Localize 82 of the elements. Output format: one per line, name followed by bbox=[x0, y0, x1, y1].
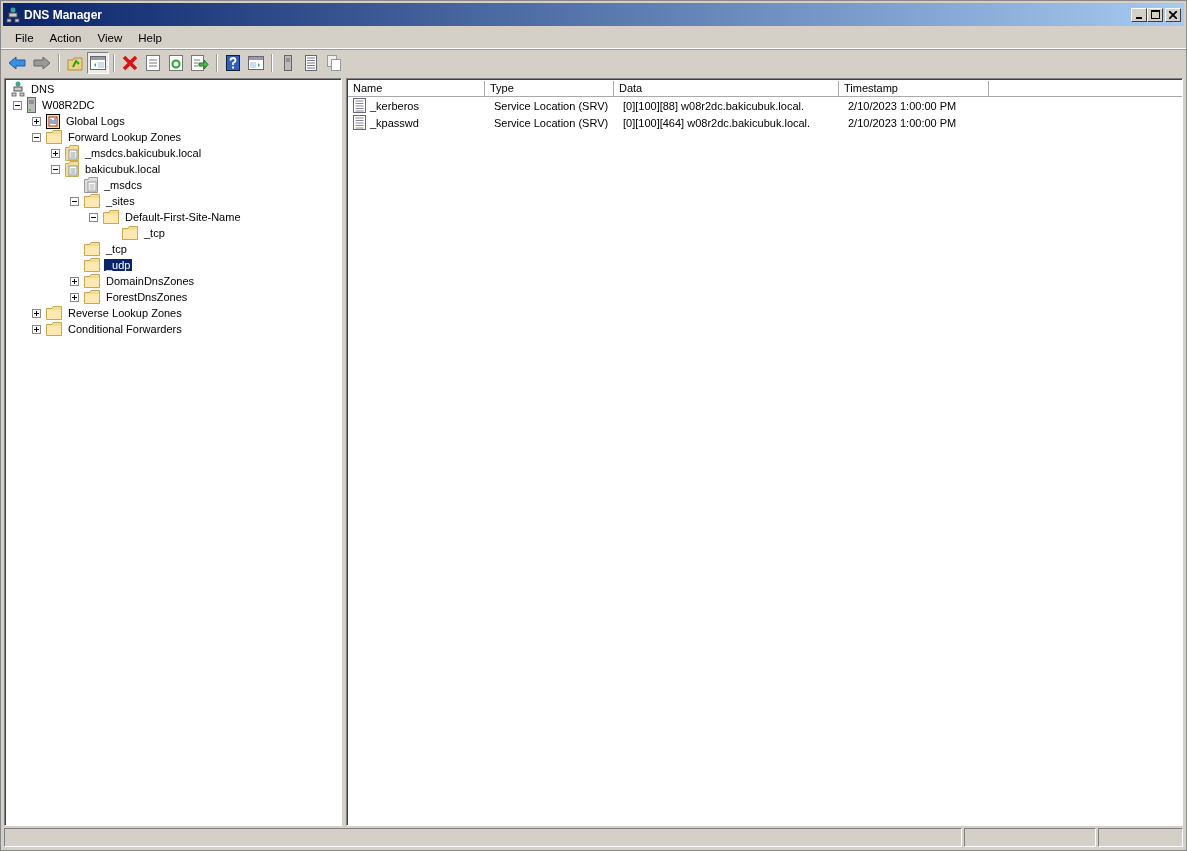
record-name[interactable]: _kpasswd bbox=[370, 116, 419, 129]
zone-icon bbox=[65, 161, 79, 177]
forward-arrow-icon bbox=[33, 56, 51, 70]
close-icon bbox=[1169, 10, 1177, 19]
tree-item[interactable]: _udp bbox=[104, 259, 133, 271]
window-title: DNS Manager bbox=[24, 7, 103, 22]
refresh-icon bbox=[169, 55, 183, 71]
tree-item[interactable]: DNS bbox=[29, 83, 57, 95]
minimize-icon bbox=[1136, 16, 1142, 19]
menu-item[interactable]: Help bbox=[130, 32, 170, 44]
folder-icon bbox=[84, 242, 100, 256]
menu-item[interactable]: File bbox=[7, 32, 42, 44]
folder-icon bbox=[84, 194, 100, 208]
table-cell-text: [0][100][88] w08r2dc.bakicubuk.local. bbox=[622, 99, 805, 112]
tree-item[interactable]: Global Logs bbox=[64, 115, 127, 127]
expand-toggle[interactable] bbox=[32, 324, 41, 334]
tree-item[interactable]: _tcp bbox=[142, 227, 167, 239]
export-list-icon bbox=[191, 55, 209, 71]
event-log-icon bbox=[46, 113, 60, 129]
folder-icon bbox=[46, 130, 62, 144]
tree-item[interactable]: Conditional Forwarders bbox=[66, 323, 184, 335]
console-tree-icon bbox=[90, 56, 106, 70]
tree-item[interactable]: _tcp bbox=[104, 243, 129, 255]
folder-icon bbox=[84, 290, 100, 304]
collapse-toggle[interactable] bbox=[51, 164, 60, 174]
properties-icon bbox=[146, 55, 160, 71]
folder-icon bbox=[103, 210, 119, 224]
table-cell-text: [0][100][464] w08r2dc.bakicubuk.local. bbox=[622, 116, 812, 129]
tree-item[interactable]: _msdcs bbox=[102, 179, 144, 191]
maximize-button[interactable] bbox=[1147, 7, 1163, 22]
record-icon bbox=[353, 115, 366, 130]
zone-icon bbox=[65, 145, 79, 161]
menu-item[interactable]: View bbox=[89, 32, 131, 44]
expand-toggle[interactable] bbox=[70, 292, 79, 302]
help-icon bbox=[226, 55, 240, 71]
record-icon bbox=[353, 98, 366, 113]
tree-item[interactable]: Default-First-Site-Name bbox=[123, 211, 243, 223]
record-name[interactable]: _kerberos bbox=[370, 99, 419, 112]
table-cell-text: 2/10/2023 1:00:00 PM bbox=[847, 99, 958, 112]
list-icon bbox=[305, 55, 317, 71]
expand-toggle[interactable] bbox=[32, 308, 41, 318]
folder-up-icon bbox=[67, 55, 83, 71]
folder-icon bbox=[46, 306, 62, 320]
tree-item[interactable]: ForestDnsZones bbox=[104, 291, 190, 303]
table-cell-text: Service Location (SRV) bbox=[493, 99, 610, 112]
expand-toggle[interactable] bbox=[32, 116, 41, 126]
copy-icon bbox=[327, 55, 341, 71]
column-header[interactable]: Data bbox=[614, 81, 839, 97]
folder-icon bbox=[122, 226, 138, 240]
tree-item[interactable]: _msdcs.bakicubuk.local bbox=[83, 147, 204, 159]
network-server-icon bbox=[11, 81, 25, 97]
menu-item[interactable]: Action bbox=[41, 32, 90, 44]
back-arrow-icon bbox=[8, 56, 26, 70]
tree-item[interactable]: W08R2DC bbox=[40, 99, 97, 111]
tree-item[interactable]: bakicubuk.local bbox=[83, 163, 163, 175]
expand-toggle[interactable] bbox=[70, 276, 79, 286]
expand-toggle[interactable] bbox=[51, 148, 60, 158]
network-server-icon bbox=[6, 6, 20, 23]
folder-icon bbox=[46, 322, 62, 336]
tree-item[interactable]: Reverse Lookup Zones bbox=[66, 307, 184, 319]
maximize-icon bbox=[1150, 10, 1160, 19]
action-pane-icon bbox=[248, 56, 264, 70]
collapse-toggle[interactable] bbox=[70, 196, 79, 206]
folder-icon bbox=[84, 274, 100, 288]
collapse-toggle[interactable] bbox=[13, 100, 22, 110]
folder-icon bbox=[84, 258, 100, 272]
table-cell-text: 2/10/2023 1:00:00 PM bbox=[847, 116, 958, 129]
table-cell-text: Service Location (SRV) bbox=[493, 116, 610, 129]
server-icon bbox=[284, 55, 292, 71]
collapse-toggle[interactable] bbox=[89, 212, 98, 222]
tree-item[interactable]: DomainDnsZones bbox=[104, 275, 197, 287]
minimize-button[interactable] bbox=[1131, 7, 1147, 22]
close-button[interactable] bbox=[1165, 7, 1181, 22]
tree-item[interactable]: Forward Lookup Zones bbox=[66, 131, 184, 143]
server-icon bbox=[27, 97, 36, 113]
column-header[interactable]: Name bbox=[348, 81, 485, 97]
column-header[interactable]: Type bbox=[485, 81, 614, 97]
collapse-toggle[interactable] bbox=[32, 132, 41, 142]
delete-icon bbox=[122, 55, 138, 71]
column-header[interactable]: Timestamp bbox=[839, 81, 989, 97]
delegated-zone-icon bbox=[84, 177, 98, 193]
tree-item[interactable]: _sites bbox=[104, 195, 137, 207]
